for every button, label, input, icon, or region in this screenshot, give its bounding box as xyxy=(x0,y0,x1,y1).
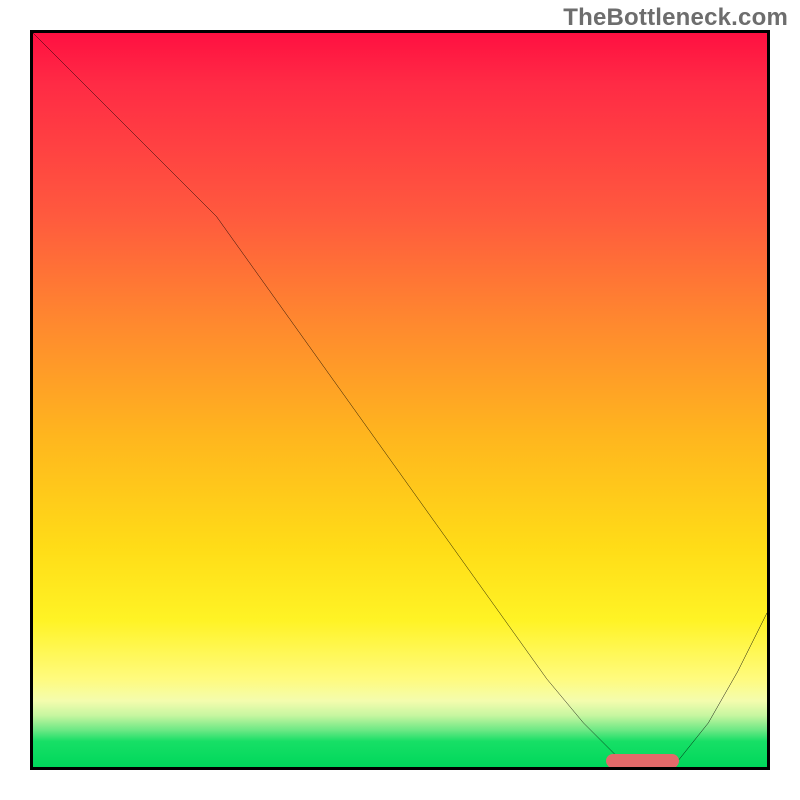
optimal-zone-marker xyxy=(606,754,679,768)
watermark-text: TheBottleneck.com xyxy=(563,4,788,32)
bottleneck-curve xyxy=(33,33,767,767)
plot-area xyxy=(30,30,770,770)
curve-layer xyxy=(33,33,767,767)
chart-frame: TheBottleneck.com xyxy=(0,0,800,800)
